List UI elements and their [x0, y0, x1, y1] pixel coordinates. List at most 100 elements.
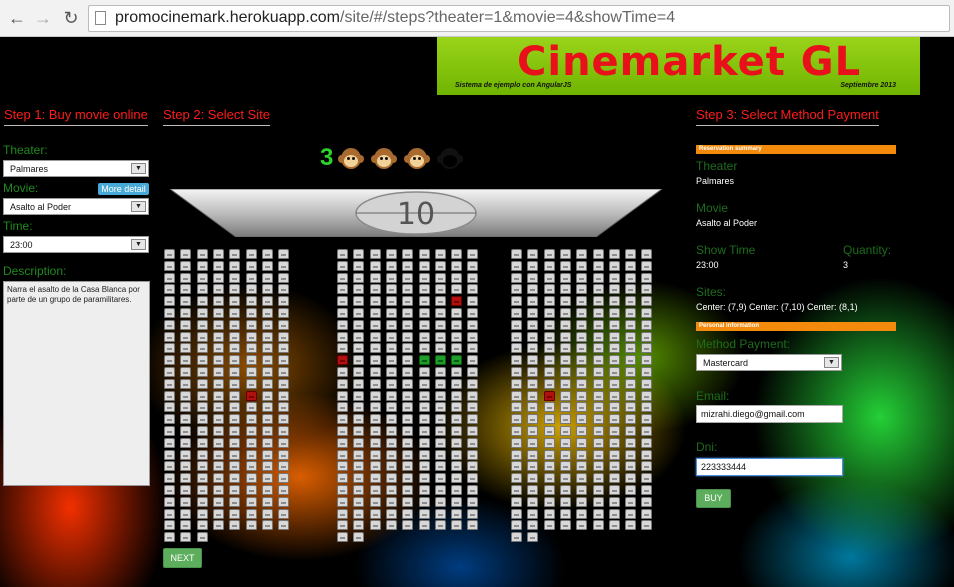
seat-right-7-8-free[interactable] — [625, 319, 637, 330]
seat-left-18-7-free[interactable] — [261, 449, 273, 460]
seat-center-20-9-free[interactable] — [467, 473, 479, 484]
seat-left-12-7-free[interactable] — [261, 378, 273, 389]
seat-left-4-2-free[interactable] — [180, 284, 192, 295]
seat-center-4-2-free[interactable] — [353, 284, 365, 295]
seat-center-6-9-free[interactable] — [467, 308, 479, 318]
seat-right-24-8-free[interactable] — [625, 520, 637, 531]
seat-left-15-5-free[interactable] — [229, 414, 241, 425]
seat-center-21-8-free[interactable] — [451, 485, 463, 495]
seat-left-8-1-free[interactable] — [164, 331, 175, 342]
seat-left-1-8-free[interactable] — [278, 249, 290, 259]
seat-left-9-7-free[interactable] — [261, 343, 273, 354]
seat-center-2-5-free[interactable] — [402, 260, 414, 271]
seat-right-13-4-free[interactable] — [559, 390, 571, 401]
seat-left-12-1-free[interactable] — [164, 378, 175, 389]
seat-center-21-4-free[interactable] — [385, 485, 397, 495]
seat-right-3-5-free[interactable] — [576, 272, 588, 283]
seat-right-4-2-free[interactable] — [527, 284, 539, 295]
seat-center-14-2-free[interactable] — [353, 402, 365, 413]
seat-center-24-2-free[interactable] — [353, 520, 365, 531]
seat-right-21-1-free[interactable] — [511, 485, 522, 495]
seat-center-6-3-free[interactable] — [369, 308, 381, 318]
seat-left-21-5-free[interactable] — [229, 485, 241, 495]
seat-left-9-6-free[interactable] — [245, 343, 257, 354]
seat-center-21-9-free[interactable] — [467, 485, 479, 495]
seat-left-2-4-free[interactable] — [212, 260, 224, 271]
seat-left-20-6-free[interactable] — [245, 473, 257, 484]
next-button[interactable]: NEXT — [163, 548, 202, 568]
seat-left-3-6-free[interactable] — [245, 272, 257, 283]
seat-center-4-6-free[interactable] — [418, 284, 430, 295]
seat-right-3-6-free[interactable] — [592, 272, 604, 283]
seat-right-4-4-free[interactable] — [559, 284, 571, 295]
seat-left-20-4-free[interactable] — [212, 473, 224, 484]
seat-center-24-8-free[interactable] — [451, 520, 463, 531]
seat-left-6-3-free[interactable] — [196, 308, 208, 318]
seat-center-16-3-free[interactable] — [369, 426, 381, 436]
seat-right-10-6-free[interactable] — [592, 355, 604, 366]
seat-right-20-6-free[interactable] — [592, 473, 604, 484]
seat-right-22-9-free[interactable] — [641, 496, 653, 507]
seat-center-3-5-free[interactable] — [402, 272, 414, 283]
seat-left-7-5-free[interactable] — [229, 319, 241, 330]
seat-right-11-6-free[interactable] — [592, 367, 604, 377]
seat-right-4-7-free[interactable] — [608, 284, 620, 295]
seat-right-20-9-free[interactable] — [641, 473, 653, 484]
seat-right-6-2-free[interactable] — [527, 308, 539, 318]
seat-center-10-8-selected[interactable] — [451, 355, 463, 366]
seat-center-22-7-free[interactable] — [434, 496, 446, 507]
seat-right-10-8-free[interactable] — [625, 355, 637, 366]
seat-right-13-2-free[interactable] — [527, 390, 539, 401]
seat-right-13-8-free[interactable] — [625, 390, 637, 401]
seat-center-21-3-free[interactable] — [369, 485, 381, 495]
seat-right-9-3-free[interactable] — [543, 343, 555, 354]
seat-center-17-6-free[interactable] — [418, 437, 430, 448]
seat-left-11-6-free[interactable] — [245, 367, 257, 377]
seat-center-4-7-free[interactable] — [434, 284, 446, 295]
seat-center-22-4-free[interactable] — [385, 496, 397, 507]
seat-left-18-8-free[interactable] — [278, 449, 290, 460]
seat-center-10-1-occupied[interactable] — [337, 355, 348, 366]
seat-center-7-2-free[interactable] — [353, 319, 365, 330]
seat-left-10-3-free[interactable] — [196, 355, 208, 366]
seat-right-6-1-free[interactable] — [511, 308, 522, 318]
seat-center-15-9-free[interactable] — [467, 414, 479, 425]
seat-center-1-9-free[interactable] — [467, 249, 479, 259]
seat-left-11-5-free[interactable] — [229, 367, 241, 377]
seat-right-17-8-free[interactable] — [625, 437, 637, 448]
seat-left-5-5-free[interactable] — [229, 296, 241, 307]
seat-left-22-5-free[interactable] — [229, 496, 241, 507]
seat-left-13-5-free[interactable] — [229, 390, 241, 401]
seat-center-8-4-free[interactable] — [385, 331, 397, 342]
seat-right-16-9-free[interactable] — [641, 426, 653, 436]
seat-left-16-4-free[interactable] — [212, 426, 224, 436]
seat-left-1-6-free[interactable] — [245, 249, 257, 259]
seat-center-12-6-free[interactable] — [418, 378, 430, 389]
seat-left-17-7-free[interactable] — [261, 437, 273, 448]
seat-center-15-4-free[interactable] — [385, 414, 397, 425]
seat-left-10-8-free[interactable] — [278, 355, 290, 366]
seat-left-22-3-free[interactable] — [196, 496, 208, 507]
seat-center-5-4-free[interactable] — [385, 296, 397, 307]
seat-right-21-3-free[interactable] — [543, 485, 555, 495]
seat-center-6-5-free[interactable] — [402, 308, 414, 318]
seat-center-6-6-free[interactable] — [418, 308, 430, 318]
seat-left-20-3-free[interactable] — [196, 473, 208, 484]
seat-right-18-1-free[interactable] — [511, 449, 522, 460]
seat-left-12-3-free[interactable] — [196, 378, 208, 389]
seat-right-12-1-free[interactable] — [511, 378, 522, 389]
seat-center-13-6-free[interactable] — [418, 390, 430, 401]
seat-center-15-1-free[interactable] — [337, 414, 348, 425]
seat-left-20-5-free[interactable] — [229, 473, 241, 484]
seat-left-6-5-free[interactable] — [229, 308, 241, 318]
seat-left-6-6-free[interactable] — [245, 308, 257, 318]
seat-left-2-7-free[interactable] — [261, 260, 273, 271]
seat-center-3-7-free[interactable] — [434, 272, 446, 283]
seat-center-2-8-free[interactable] — [451, 260, 463, 271]
seat-center-16-8-free[interactable] — [451, 426, 463, 436]
seat-center-11-6-free[interactable] — [418, 367, 430, 377]
seat-right-17-1-free[interactable] — [511, 437, 522, 448]
seat-left-8-4-free[interactable] — [212, 331, 224, 342]
seat-center-2-1-free[interactable] — [337, 260, 348, 271]
seat-center-23-3-free[interactable] — [369, 508, 381, 519]
